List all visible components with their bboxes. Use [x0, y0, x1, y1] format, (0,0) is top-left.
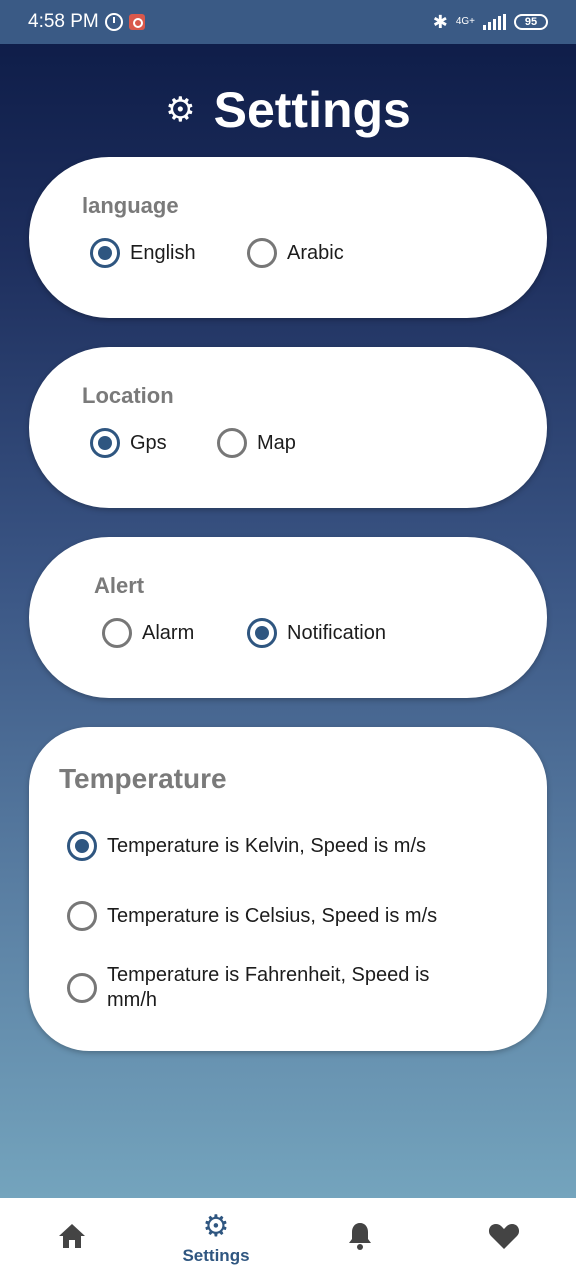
language-card: language English Arabic [29, 157, 547, 318]
network-type: 4G+ [455, 16, 475, 27]
status-bar: 4:58 PM ✱ 4G+ 95 [0, 0, 576, 44]
temperature-option-label: Temperature is Celsius, Speed is m/s [107, 904, 438, 927]
radio-english[interactable] [90, 238, 120, 268]
alert-option-alarm[interactable]: Alarm [102, 618, 194, 648]
location-card: Location Gps Map [29, 347, 547, 508]
alert-card: Alert Alarm Notification [29, 537, 547, 698]
nav-favorites[interactable] [432, 1198, 576, 1280]
alert-title: Alert [94, 573, 145, 598]
language-title: language [82, 193, 179, 218]
battery-icon: 95 [514, 14, 548, 30]
nav-settings-label: Settings [182, 1246, 250, 1265]
nav-home[interactable] [0, 1198, 144, 1280]
temperature-option-kelvin[interactable]: Temperature is Kelvin, Speed is m/s [67, 831, 426, 861]
home-icon [57, 1222, 87, 1256]
location-option-label: Map [257, 431, 296, 454]
language-option-english[interactable]: English [90, 238, 196, 268]
radio-arabic[interactable] [247, 238, 277, 268]
temperature-option-label: Temperature is Fahrenheit, Speed is mm/h [107, 964, 430, 1011]
bell-icon [346, 1221, 374, 1257]
radio-gps[interactable] [90, 428, 120, 458]
gear-icon: ⚙ [202, 1210, 230, 1243]
temperature-card: Temperature Temperature is Kelvin, Speed… [29, 727, 547, 1051]
nav-notifications[interactable] [288, 1198, 432, 1280]
alarm-icon [104, 13, 123, 31]
bluetooth-icon: ✱ [432, 11, 448, 32]
status-time: 4:58 PM [28, 11, 99, 32]
heart-icon [488, 1222, 520, 1256]
temperature-title: Temperature [59, 763, 227, 794]
bottom-nav: ⚙ Settings [0, 1198, 576, 1280]
page-header: ⚙ Settings [0, 78, 576, 142]
gear-icon: ⚙ [165, 91, 196, 129]
temperature-option-label: Temperature is Kelvin, Speed is m/s [107, 834, 427, 857]
radio-map[interactable] [217, 428, 247, 458]
radio-alarm[interactable] [102, 618, 132, 648]
radio-notification[interactable] [247, 618, 277, 648]
app-notification-icon [128, 14, 145, 30]
language-option-arabic[interactable]: Arabic [247, 238, 344, 268]
radio-celsius[interactable] [67, 901, 97, 931]
alert-option-notification[interactable]: Notification [247, 618, 386, 648]
location-title: Location [82, 383, 174, 408]
nav-settings[interactable]: ⚙ Settings [144, 1198, 288, 1280]
language-option-label: English [130, 241, 196, 264]
location-option-map[interactable]: Map [217, 428, 296, 458]
alert-option-label: Notification [287, 621, 386, 644]
radio-kelvin[interactable] [67, 831, 97, 861]
alert-option-label: Alarm [142, 621, 195, 644]
location-option-label: Gps [130, 431, 167, 454]
signal-icon [483, 14, 506, 30]
temperature-option-fahrenheit[interactable]: Temperature is Fahrenheit, Speed is mm/h [67, 963, 447, 1013]
radio-fahrenheit[interactable] [67, 973, 97, 1003]
location-option-gps[interactable]: Gps [90, 428, 167, 458]
language-option-label: Arabic [287, 241, 344, 264]
temperature-option-celsius[interactable]: Temperature is Celsius, Speed is m/s [67, 901, 437, 931]
page-title: Settings [213, 82, 411, 138]
